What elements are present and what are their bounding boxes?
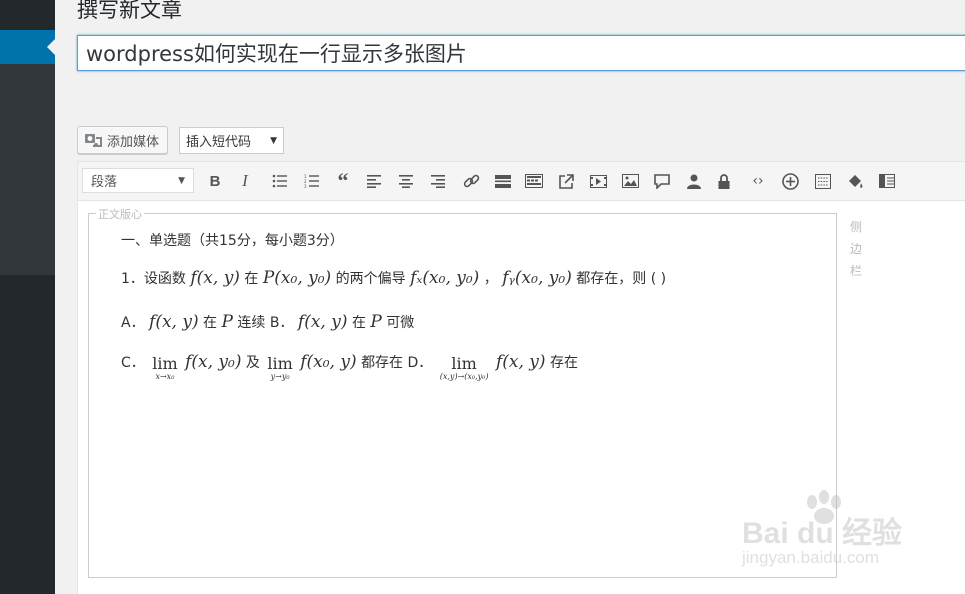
format-select[interactable]: 段落 ▼: [82, 168, 194, 193]
align-left-icon[interactable]: [363, 170, 385, 192]
q1-suffix: 都存在，则 ( ): [576, 271, 667, 287]
read-more-icon[interactable]: [492, 170, 514, 192]
math-fy: fᵧ(x₀, y₀): [502, 268, 572, 288]
option-d-text: 存在: [549, 355, 578, 371]
chevron-down-icon: ▼: [178, 175, 185, 186]
keyboard-toggle-icon[interactable]: [523, 170, 545, 192]
watermark-url: jingyan.baidu.com: [742, 548, 880, 567]
image-icon[interactable]: [619, 170, 641, 192]
align-right-icon[interactable]: [427, 170, 449, 192]
post-title-input[interactable]: [77, 35, 965, 71]
option-c-and: 及: [245, 355, 260, 371]
option-a-b: A． f(x, y) 在 P 连续 B． f(x, y) 在 P 可微: [121, 312, 414, 332]
limit-expression: lim (x,y)→(x₀,y₀): [439, 354, 489, 383]
question-1: 1．设函数 f(x, y) 在 P(x₀, y₀) 的两个偏导 fₓ(x₀, y…: [121, 268, 666, 288]
math-f: f(x, y): [149, 312, 199, 332]
math-f: f(x, y₀): [185, 352, 242, 372]
option-a-label: A．: [121, 315, 145, 331]
video-icon[interactable]: [587, 170, 609, 192]
math-f: f(x₀, y): [300, 352, 357, 372]
option-b-text2: 可微: [386, 315, 415, 331]
option-a-text2: 连续 B．: [237, 315, 294, 331]
option-b-text1: 在: [351, 315, 366, 331]
lim-text: lim: [152, 354, 178, 373]
shortcode-select-value: 插入短代码: [186, 135, 252, 150]
sidebar-placeholder-label: 侧边栏: [850, 220, 863, 278]
table-grid-icon[interactable]: [812, 170, 834, 192]
numbered-list-icon[interactable]: 123: [301, 170, 323, 192]
chevron-down-icon: ▼: [270, 135, 277, 146]
limit-expression: lim y→y₀: [267, 354, 293, 383]
camera-music-icon: [85, 134, 102, 147]
limit-expression: lim x→x₀: [152, 354, 178, 383]
lim-text: lim: [267, 354, 293, 373]
q1-mid2: 的两个偏导: [335, 271, 406, 287]
format-select-value: 段落: [91, 175, 118, 190]
code-icon[interactable]: ‹›: [747, 170, 769, 192]
math-f: f(x, y): [495, 352, 546, 372]
lock-icon[interactable]: [713, 170, 735, 192]
lim-subscript: (x,y)→(x₀,y₀): [439, 372, 489, 381]
shortcode-select[interactable]: 插入短代码 ▼: [179, 127, 284, 154]
option-c-d: C． lim x→x₀ f(x, y₀) 及 lim y→y₀ f(x₀, y)…: [121, 352, 578, 383]
math-p: P: [370, 312, 382, 332]
section-heading: 一、单选题（共15分，每小题3分）: [121, 233, 344, 249]
math-f: f(x, y): [297, 312, 348, 332]
sidebar-item-posts-active[interactable]: [0, 30, 55, 64]
columns-icon[interactable]: [876, 170, 898, 192]
q1-comma: ，: [483, 271, 498, 287]
lim-subscript: x→x₀: [155, 372, 175, 381]
content-box-legend: 正文版心: [96, 206, 144, 222]
user-icon[interactable]: [683, 170, 705, 192]
paint-bucket-icon[interactable]: [844, 170, 866, 192]
add-media-button[interactable]: 添加媒体: [77, 126, 169, 154]
add-media-label: 添加媒体: [107, 134, 160, 150]
bold-icon[interactable]: B: [204, 170, 226, 192]
comment-icon[interactable]: [651, 170, 673, 192]
page-title: 撰写新文章: [77, 0, 182, 22]
option-a-text1: 在: [203, 315, 218, 331]
q1-prefix: 1．设函数: [121, 271, 186, 287]
blockquote-icon[interactable]: “: [332, 168, 354, 193]
align-center-icon[interactable]: [395, 170, 417, 192]
option-c-label: C．: [121, 355, 145, 371]
math-f: f(x, y): [190, 268, 240, 288]
q1-mid: 在: [244, 271, 259, 287]
watermark-brand: Bai du 经验: [742, 517, 903, 550]
math-p: P: [221, 312, 233, 332]
option-c-text: 都存在 D．: [361, 355, 433, 371]
lim-text: lim: [451, 354, 477, 373]
add-circle-icon[interactable]: [779, 170, 801, 192]
math-fx: fₓ(x₀, y₀): [410, 268, 480, 288]
baidu-jingyan-watermark: Bai du 经验 jingyan.baidu.com: [742, 488, 942, 578]
svg-text:3: 3: [304, 184, 307, 188]
external-link-icon[interactable]: [555, 170, 577, 192]
lim-subscript: y→y₀: [270, 372, 290, 381]
italic-icon[interactable]: I: [234, 170, 256, 192]
sidebar-submenu: [0, 64, 55, 275]
link-icon[interactable]: [460, 170, 482, 192]
editor-toolbar: 段落 ▼ B I 123 “ ‹›: [77, 161, 965, 201]
admin-sidebar: [0, 0, 55, 594]
bullet-list-icon[interactable]: [269, 170, 291, 192]
math-point: P(x₀, y₀): [262, 268, 332, 288]
